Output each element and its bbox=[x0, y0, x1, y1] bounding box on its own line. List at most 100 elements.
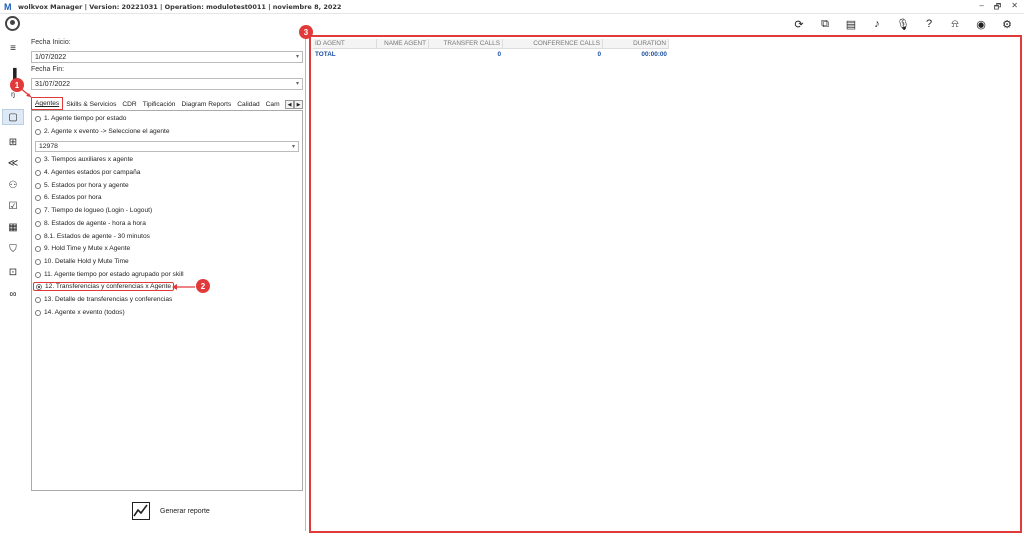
radio-icon bbox=[35, 220, 41, 227]
hierarchy-icon[interactable]: ⊞ bbox=[2, 134, 24, 150]
report-option-7[interactable]: 7. Tiempo de logueo (Login - Logout) bbox=[35, 207, 152, 214]
library-icon[interactable]: ⧉ bbox=[818, 17, 832, 31]
report-option-8[interactable]: 8. Estados de agente - hora a hora bbox=[35, 220, 146, 227]
radio-icon bbox=[35, 207, 41, 214]
report-option-10[interactable]: 10. Detalle Hold y Mute Time bbox=[35, 258, 129, 265]
user-avatar-icon[interactable] bbox=[5, 16, 20, 31]
radio-icon bbox=[35, 182, 41, 189]
col-name-agent[interactable]: NAME AGENT bbox=[377, 39, 429, 48]
generate-report-button[interactable]: Generar reporte bbox=[132, 502, 210, 520]
end-date-label: Fecha Fin: bbox=[31, 66, 65, 73]
chevron-down-icon: ▾ bbox=[295, 54, 299, 60]
agentes-tab-panel: 1. Agente tiempo por estado 2. Agente x … bbox=[31, 111, 303, 491]
settings-icon[interactable]: ⚙ bbox=[1000, 17, 1014, 31]
user-circle-icon[interactable]: ◉ bbox=[974, 17, 988, 31]
radio-icon bbox=[35, 296, 41, 303]
menu-icon[interactable]: ≡ bbox=[2, 40, 24, 56]
tab-campanas[interactable]: Cam bbox=[263, 99, 283, 110]
step-badge-2: 2 bbox=[196, 279, 210, 293]
line-chart-icon bbox=[132, 502, 150, 520]
end-date-select[interactable]: 31/07/2022 ▾ bbox=[31, 78, 303, 90]
end-date-value: 31/07/2022 bbox=[35, 81, 71, 88]
bell-icon[interactable]: ⍾ bbox=[948, 17, 962, 31]
video-add-icon[interactable]: ⊡ bbox=[2, 264, 24, 280]
tab-cdr[interactable]: CDR bbox=[119, 99, 139, 110]
music-note-icon[interactable]: ♪ bbox=[870, 17, 884, 31]
col-conference-calls[interactable]: CONFERENCE CALLS bbox=[503, 39, 603, 48]
calculator-icon[interactable]: ▦ bbox=[2, 219, 24, 235]
report-option-3[interactable]: 3. Tiempos auxiliares x agente bbox=[35, 156, 133, 163]
start-date-value: 1/07/2022 bbox=[35, 54, 67, 61]
sidebar: ≡ ▐ ᵑ ▢ ⊞ ≪ ⚇ ☑ ▦ ⛉ ⊡ ∞ bbox=[0, 36, 26, 536]
col-duration[interactable]: DURATION bbox=[603, 39, 669, 48]
report-filter-panel: Fecha Inicio: 1/07/2022 ▾ Fecha Fin: 31/… bbox=[28, 36, 306, 531]
radio-icon bbox=[35, 245, 41, 252]
report-option-1[interactable]: 1. Agente tiempo por estado bbox=[35, 115, 126, 122]
radio-icon bbox=[35, 128, 41, 135]
report-tabs: Agentes Skills & Servicios CDR Tipificac… bbox=[31, 97, 303, 111]
radio-icon bbox=[35, 194, 41, 201]
radio-icon bbox=[35, 233, 41, 240]
report-option-11[interactable]: 11. Agente tiempo por estado agrupado po… bbox=[35, 271, 184, 278]
report-option-8-1[interactable]: 8.1. Estados de agente - 30 minutos bbox=[35, 233, 150, 240]
refresh-icon[interactable]: ⟳ bbox=[792, 17, 806, 31]
start-date-label: Fecha Inicio: bbox=[31, 39, 71, 46]
report-option-5[interactable]: 5. Estados por hora y agente bbox=[35, 182, 129, 189]
radio-icon bbox=[35, 271, 41, 278]
campaign-icon[interactable]: ≪ bbox=[2, 155, 24, 171]
col-id-agent[interactable]: ID AGENT bbox=[313, 39, 377, 48]
agentes-tab-highlight bbox=[31, 97, 63, 110]
total-conference-calls: 0 bbox=[597, 51, 601, 58]
tab-diagram-reports[interactable]: Diagram Reports bbox=[178, 99, 234, 110]
tab-scroll-left-icon[interactable]: ◀ bbox=[285, 100, 294, 109]
help-icon[interactable]: ? bbox=[922, 17, 936, 31]
chevron-down-icon: ▾ bbox=[291, 144, 295, 150]
total-transfer-calls: 0 bbox=[497, 51, 501, 58]
reports-icon[interactable]: ▢ bbox=[2, 109, 24, 125]
total-duration: 00:00:00 bbox=[641, 51, 667, 58]
tab-tipificacion[interactable]: Tipificación bbox=[140, 99, 179, 110]
restore-button[interactable]: 🗗 bbox=[994, 1, 1002, 15]
report-option-14[interactable]: 14. Agente x evento (todos) bbox=[35, 309, 125, 316]
radio-icon bbox=[35, 258, 41, 265]
agent-select[interactable]: 12978 ▾ bbox=[35, 141, 299, 152]
annotation-arrow-1 bbox=[18, 86, 32, 98]
radio-icon bbox=[35, 115, 41, 122]
checklist-icon[interactable]: ☑ bbox=[2, 198, 24, 214]
results-header-row: ID AGENT NAME AGENT TRANSFER CALLS CONFE… bbox=[313, 39, 669, 49]
total-label: TOTAL bbox=[315, 51, 336, 58]
col-transfer-calls[interactable]: TRANSFER CALLS bbox=[429, 39, 503, 48]
close-button[interactable]: ✕ bbox=[1011, 1, 1018, 15]
total-name bbox=[377, 50, 429, 60]
tab-scroll-right-icon[interactable]: ▶ bbox=[294, 100, 303, 109]
radio-icon bbox=[35, 156, 41, 163]
report-option-12[interactable]: 12. Transferencias y conferencias x Agen… bbox=[33, 282, 175, 291]
minimize-button[interactable]: – bbox=[979, 1, 983, 15]
report-option-4[interactable]: 4. Agentes estados por campaña bbox=[35, 169, 140, 176]
radio-selected-icon bbox=[36, 283, 42, 290]
tab-calidad[interactable]: Calidad bbox=[234, 99, 262, 110]
contact-card-icon[interactable]: ▤ bbox=[844, 17, 858, 31]
report-option-2[interactable]: 2. Agente x evento -> Seleccione el agen… bbox=[35, 128, 170, 135]
voicemail-icon[interactable]: ∞ bbox=[2, 286, 24, 302]
radio-icon bbox=[35, 169, 41, 176]
tab-skills-servicios[interactable]: Skills & Servicios bbox=[63, 99, 119, 110]
microphone-icon[interactable]: 🎙 bbox=[896, 17, 910, 31]
report-option-13[interactable]: 13. Detalle de transferencias y conferen… bbox=[35, 296, 172, 303]
title-bar: M wolkvox Manager | Version: 20221031 | … bbox=[0, 0, 1024, 14]
table-row-total: TOTAL 0 0 00:00:00 bbox=[313, 50, 669, 60]
chevron-down-icon: ▾ bbox=[295, 81, 299, 87]
annotation-arrow-2 bbox=[172, 284, 195, 290]
report-option-9[interactable]: 9. Hold Time y Mute x Agente bbox=[35, 245, 130, 252]
results-grid[interactable]: ID AGENT NAME AGENT TRANSFER CALLS CONFE… bbox=[309, 35, 1022, 533]
users-group-icon[interactable]: ⚇ bbox=[2, 177, 24, 193]
top-toolbar: ⟳ ⧉ ▤ ♪ 🎙 ? ⍾ ◉ ⚙ bbox=[0, 14, 1024, 36]
radio-icon bbox=[35, 309, 41, 316]
report-option-6[interactable]: 6. Estados por hora bbox=[35, 194, 102, 201]
shield-icon[interactable]: ⛉ bbox=[2, 241, 24, 257]
generate-report-label: Generar reporte bbox=[160, 507, 210, 515]
agent-select-value: 12978 bbox=[39, 143, 58, 150]
app-logo-icon: M bbox=[4, 1, 12, 12]
start-date-select[interactable]: 1/07/2022 ▾ bbox=[31, 51, 303, 63]
window-title: wolkvox Manager | Version: 20221031 | Op… bbox=[18, 2, 342, 11]
